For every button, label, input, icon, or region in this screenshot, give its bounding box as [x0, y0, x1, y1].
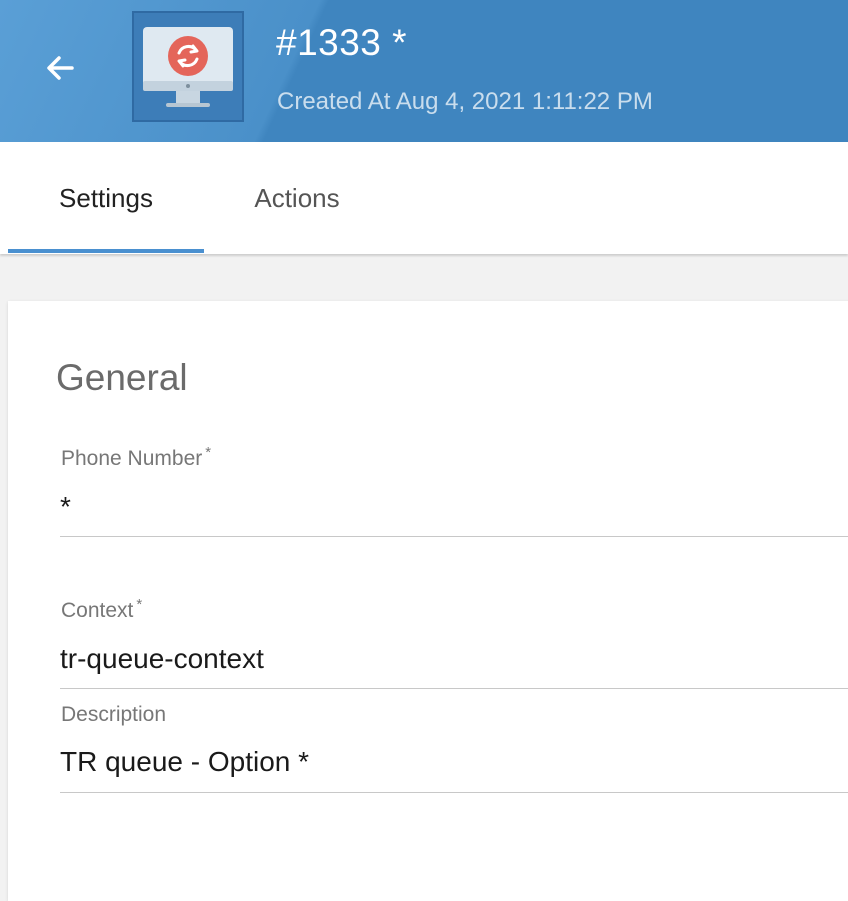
context-label: Context * [61, 596, 143, 623]
required-mark: * [205, 444, 212, 461]
phone-number-label-text: Phone Number [61, 447, 203, 470]
context-label-text: Context [61, 599, 134, 622]
phone-number-field: Phone Number * [60, 444, 848, 539]
monitor-sync-icon [143, 26, 233, 107]
general-settings-card: General Phone Number* Context* Descripti… [8, 301, 848, 901]
avatar [132, 11, 244, 122]
section-title: General [56, 357, 188, 398]
description-input[interactable] [60, 746, 848, 778]
description-field: Description [60, 703, 848, 795]
phone-number-input[interactable] [60, 491, 848, 523]
tab-settings[interactable]: Settings [8, 142, 204, 254]
arrow-left-icon [47, 56, 74, 80]
phone-number-underline [60, 536, 848, 537]
context-underline [60, 688, 848, 689]
created-at-subtitle: Created At Aug 4, 2021 1:11:22 PM [277, 88, 653, 115]
description-label: Description [61, 703, 167, 726]
page-header: #1333 * Created At Aug 4, 2021 1:11:22 P… [0, 0, 848, 142]
back-button[interactable] [38, 46, 82, 90]
active-tab-indicator [8, 249, 204, 253]
tab-actions[interactable]: Actions [204, 142, 390, 254]
description-underline [60, 792, 848, 793]
context-field: Context * [60, 596, 848, 691]
phone-number-label: Phone Number * [61, 444, 212, 471]
tab-bar: Settings Actions [0, 142, 848, 254]
page-title: #1333 * [276, 22, 408, 63]
context-input[interactable] [60, 643, 848, 675]
required-mark: * [136, 596, 143, 613]
